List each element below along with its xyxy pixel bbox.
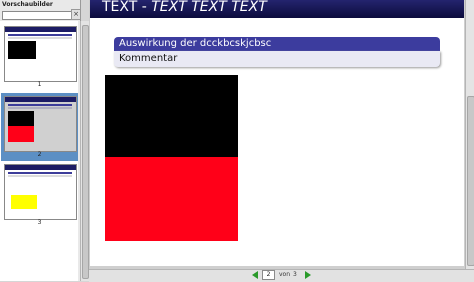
block-title: Auswirkung der dcckbcskjcbsc: [114, 37, 440, 51]
thumbnail-preview: [4, 164, 77, 220]
thumbnail-number: 1: [37, 81, 42, 88]
red-rectangle-image: [105, 157, 238, 241]
slide-title: TEXT - TEXT TEXT TEXT: [102, 0, 267, 15]
thumbnail-preview: [4, 26, 77, 82]
sidebar-scrollbar[interactable]: [80, 21, 89, 281]
thumbnail-page-2[interactable]: 2: [1, 93, 78, 161]
close-sidebar-button[interactable]: ×: [71, 9, 81, 20]
slide-page: TEXT - TEXT TEXT TEXT Auswirkung der dcc…: [90, 0, 464, 266]
page-of-label: von: [279, 271, 291, 278]
thumbnail-preview: [4, 96, 77, 152]
next-page-icon[interactable]: [305, 271, 311, 279]
thumbnail-list: 1 2 3: [0, 21, 78, 281]
thumbnail-search-input[interactable]: [2, 11, 72, 20]
thumbnail-number: 2: [37, 151, 42, 158]
block-body: Kommentar: [114, 51, 440, 67]
slide-title-italic: TEXT TEXT TEXT: [151, 0, 267, 15]
thumbnail-page-3[interactable]: 3: [1, 161, 78, 229]
thumbnail-sidebar: Vorschaubilder × 1 2 3: [0, 0, 81, 281]
black-rectangle-image: [105, 75, 238, 157]
thumbnail-page-1[interactable]: 1: [1, 23, 78, 91]
slide-title-normal: TEXT -: [102, 0, 152, 15]
sidebar-title: Vorschaubilder: [2, 1, 53, 8]
thumbnail-number: 3: [37, 219, 42, 226]
slide-title-bar: TEXT - TEXT TEXT TEXT: [90, 0, 464, 18]
document-scrollbar[interactable]: [465, 0, 474, 269]
previous-page-icon[interactable]: [252, 271, 258, 279]
content-block: Auswirkung der dcckbcskjcbsc Kommentar: [114, 37, 440, 67]
page-number-input[interactable]: 2: [262, 270, 275, 280]
total-pages: 3: [293, 271, 297, 278]
page-navigation-bar: 2 von 3: [89, 269, 474, 282]
